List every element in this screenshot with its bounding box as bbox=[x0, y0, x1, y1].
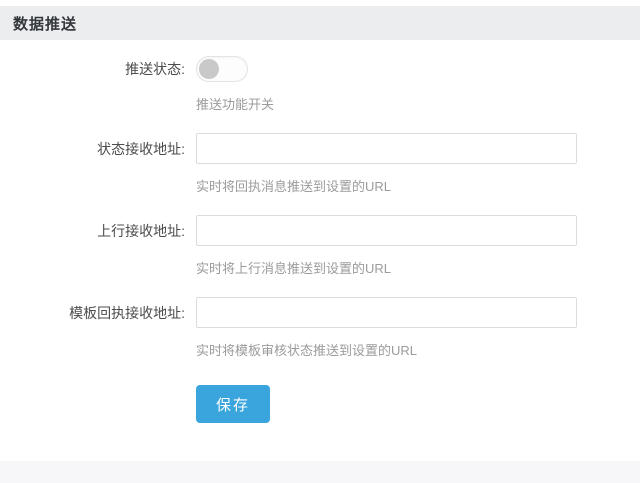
page-title: 数据推送 bbox=[13, 13, 77, 34]
data-push-settings-panel: 数据推送 推送状态: 推送功能开关 状态接收地址: 实时将回执消息推送到设置的U… bbox=[0, 0, 640, 483]
status-url-row: 状态接收地址: 实时将回执消息推送到设置的URL bbox=[0, 133, 640, 195]
template-url-row: 模板回执接收地址: 实时将模板审核状态推送到设置的URL bbox=[0, 297, 640, 359]
panel-header: 数据推送 bbox=[0, 6, 640, 40]
push-status-toggle[interactable] bbox=[196, 56, 248, 82]
upstream-url-help: 实时将上行消息推送到设置的URL bbox=[196, 258, 577, 277]
status-url-help: 实时将回执消息推送到设置的URL bbox=[196, 176, 577, 195]
push-status-row: 推送状态: 推送功能开关 bbox=[0, 56, 640, 113]
save-button[interactable]: 保存 bbox=[196, 385, 270, 423]
push-status-label: 推送状态: bbox=[0, 56, 185, 82]
upstream-url-input[interactable] bbox=[196, 215, 577, 246]
push-status-help: 推送功能开关 bbox=[196, 94, 274, 113]
upstream-url-label: 上行接收地址: bbox=[0, 215, 185, 247]
template-url-label: 模板回执接收地址: bbox=[0, 297, 185, 329]
upstream-url-row: 上行接收地址: 实时将上行消息推送到设置的URL bbox=[0, 215, 640, 277]
template-url-help: 实时将模板审核状态推送到设置的URL bbox=[196, 340, 577, 359]
save-row: 保存 bbox=[0, 385, 640, 423]
status-url-label: 状态接收地址: bbox=[0, 133, 185, 165]
settings-form: 推送状态: 推送功能开关 状态接收地址: 实时将回执消息推送到设置的URL 上行… bbox=[0, 40, 640, 423]
template-url-input[interactable] bbox=[196, 297, 577, 328]
bottom-strip bbox=[0, 461, 640, 483]
status-url-input[interactable] bbox=[196, 133, 577, 164]
toggle-knob-icon bbox=[199, 59, 219, 79]
